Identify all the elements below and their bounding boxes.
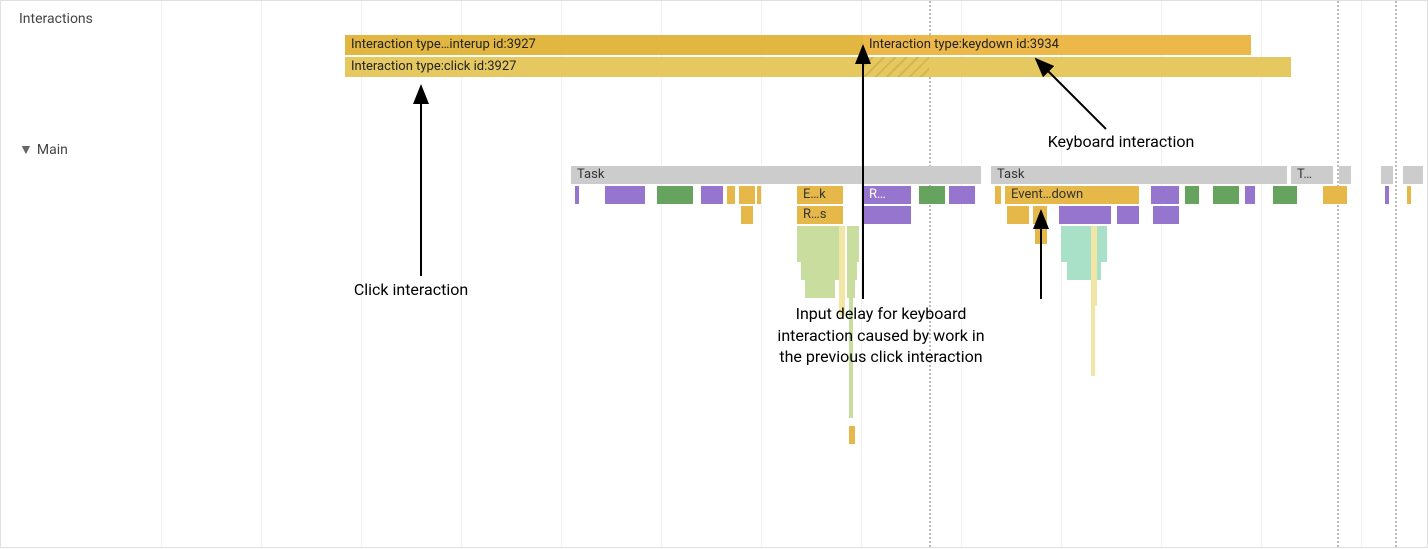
event-down-bar[interactable]: Event…down <box>1005 186 1139 204</box>
flame-green[interactable] <box>1213 186 1239 204</box>
flame-green[interactable] <box>1273 186 1297 204</box>
flame-yellow[interactable] <box>1007 206 1029 224</box>
event-bar-ek[interactable]: E…k <box>797 186 843 204</box>
flame-green[interactable] <box>1185 186 1199 204</box>
task-bar-1[interactable]: Task <box>571 166 981 184</box>
flame-mint[interactable] <box>1061 226 1107 244</box>
bar-r[interactable]: R… <box>863 186 911 204</box>
task-sliver-c[interactable] <box>1403 166 1423 184</box>
main-thread-track[interactable]: Task Task T… E…k R… Event…down R…s <box>1 166 1427 547</box>
flame-yellow[interactable] <box>1323 186 1347 204</box>
annotation-input-delay: Input delay for keyboard interaction cau… <box>741 303 1021 368</box>
flame-purple[interactable] <box>605 186 645 204</box>
flame-paleyellow[interactable] <box>1091 226 1097 306</box>
flame-sliver[interactable] <box>575 186 579 204</box>
main-track-label[interactable]: ▼Main <box>19 141 68 158</box>
flame-purple[interactable] <box>1153 206 1179 224</box>
flame-purple[interactable] <box>1059 206 1111 224</box>
flame-green[interactable] <box>919 186 945 204</box>
flame-purple[interactable] <box>949 186 975 204</box>
flame-yellow[interactable] <box>741 206 753 224</box>
flame-lightgreen[interactable] <box>797 226 843 244</box>
task-sliver-a[interactable] <box>1339 166 1351 184</box>
flame-lightgreen[interactable] <box>847 262 857 280</box>
flame-yellow[interactable] <box>757 186 761 204</box>
caret-down-icon[interactable]: ▼ <box>19 141 33 158</box>
task-bar-3[interactable]: T… <box>1291 166 1333 184</box>
flame-yellow[interactable] <box>739 186 755 204</box>
flame-paleyellow[interactable] <box>1091 306 1095 376</box>
interaction-bar-click[interactable]: Interaction type:click id:3927 <box>345 57 1291 77</box>
bar-rs[interactable]: R…s <box>797 206 843 224</box>
interaction-click-hatched-region <box>863 57 929 77</box>
performance-panel[interactable]: Interactions Interaction type…interup id… <box>0 0 1428 548</box>
flame-yellow[interactable] <box>849 426 855 444</box>
flame-yellow[interactable] <box>727 186 735 204</box>
flame-green[interactable] <box>657 186 693 204</box>
flame-purple[interactable] <box>1151 186 1179 204</box>
annotation-click: Click interaction <box>321 279 501 301</box>
flame-mint[interactable] <box>1061 244 1107 262</box>
flame-lightgreen[interactable] <box>797 244 843 262</box>
flame-lightgreen[interactable] <box>847 226 859 244</box>
flame-yellow[interactable] <box>995 186 1001 204</box>
interactions-track-label: Interactions <box>19 11 93 27</box>
flame-lightgreen[interactable] <box>847 280 855 298</box>
flame-yellow[interactable] <box>1035 226 1047 244</box>
interactions-track[interactable]: Interaction type…interup id:3927 Interac… <box>1 35 1427 95</box>
task-sliver-b[interactable] <box>1381 166 1393 184</box>
flame-yellow[interactable] <box>1033 206 1047 224</box>
flame-purple[interactable] <box>1245 186 1255 204</box>
flame-purple[interactable] <box>1385 186 1389 204</box>
flame-lightgreen[interactable] <box>801 262 839 280</box>
interaction-bar-pointerup[interactable]: Interaction type…interup id:3927 <box>345 35 863 55</box>
flame-lightgreen[interactable] <box>805 280 835 298</box>
flame-purple[interactable] <box>1117 206 1139 224</box>
flame-purple[interactable] <box>701 186 723 204</box>
flame-yellow[interactable] <box>1407 186 1411 204</box>
interaction-bar-keydown[interactable]: Interaction type:keydown id:3934 <box>863 35 1251 55</box>
flame-purple[interactable] <box>863 206 911 224</box>
task-bar-2[interactable]: Task <box>991 166 1287 184</box>
annotation-keyboard: Keyboard interaction <box>1021 131 1221 153</box>
flame-lightgreen[interactable] <box>847 244 859 262</box>
